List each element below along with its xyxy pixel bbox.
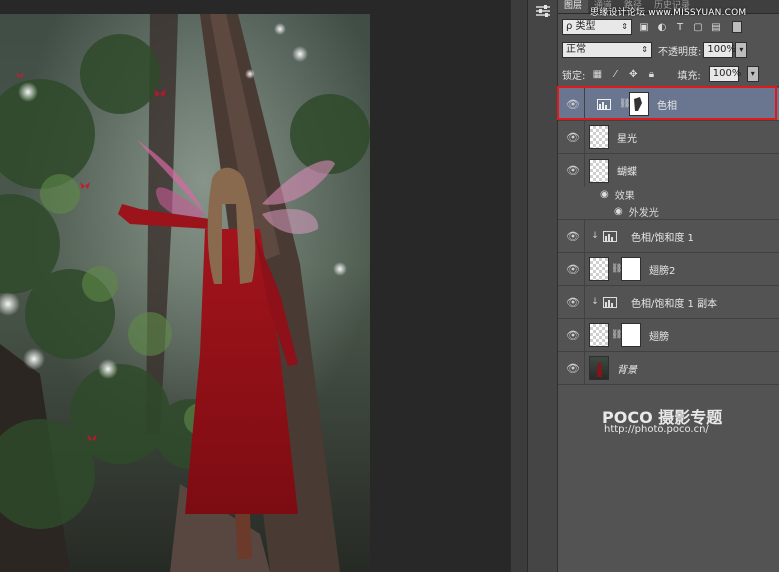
effects-label: 效果 xyxy=(614,191,635,202)
layer-name[interactable]: 翅膀 xyxy=(649,328,669,343)
layer-effects-row[interactable]: ◉ 效果 xyxy=(558,187,779,202)
properties-sliders-icon[interactable] xyxy=(533,2,553,20)
layer-mask-thumbnail[interactable] xyxy=(621,323,641,347)
filter-type-icon[interactable]: T xyxy=(674,21,686,33)
lock-transparent-icon[interactable]: ▦ xyxy=(591,69,603,80)
opacity-label: 不透明度: xyxy=(658,46,702,58)
effect-name: 外发光 xyxy=(628,207,659,219)
layer-row-wing-2[interactable]: 👁︎ ⛓︎ 翅膀2 xyxy=(558,252,779,286)
background-thumbnail xyxy=(589,356,609,380)
layer-filter-select[interactable]: ρ 类型 ⇕ xyxy=(562,19,632,35)
layer-name[interactable]: 翅膀2 xyxy=(649,262,675,277)
blend-mode-select[interactable]: 正常 ⇕ xyxy=(562,42,652,58)
layer-thumbnail xyxy=(589,323,609,347)
layer-name[interactable]: 色相/饱和度 1 副本 xyxy=(631,295,717,310)
selection-highlight-frame xyxy=(557,86,777,120)
effect-eye-icon[interactable]: ◉ xyxy=(614,206,623,217)
visibility-eye-icon[interactable]: 👁︎ xyxy=(564,230,582,243)
filter-shape-icon[interactable]: ▢ xyxy=(692,21,704,33)
visibility-eye-icon[interactable]: 👁︎ xyxy=(564,131,582,144)
adjustment-layer-icon xyxy=(603,296,617,308)
document-canvas[interactable] xyxy=(0,0,510,572)
layer-row-background[interactable]: 👁︎ 背景 xyxy=(558,351,779,385)
layer-mask-thumbnail[interactable] xyxy=(621,257,641,281)
layer-thumbnail xyxy=(589,158,609,183)
collapsed-panel-strip xyxy=(528,0,558,572)
row-divider xyxy=(584,219,585,253)
row-divider xyxy=(584,154,585,187)
layer-name[interactable]: 色相/饱和度 1 xyxy=(631,229,694,244)
layer-name[interactable]: 星光 xyxy=(617,130,637,145)
layer-name[interactable]: 背景 xyxy=(617,361,637,376)
visibility-eye-icon[interactable]: 👁︎ xyxy=(564,362,582,375)
blend-opacity-row: 正常 ⇕ 不透明度: 100% ▾ xyxy=(562,41,748,59)
clipping-mask-icon: ↓ xyxy=(591,297,599,307)
visibility-eye-icon[interactable]: 👁︎ xyxy=(564,296,582,309)
mask-link-icon[interactable]: ⛓︎ xyxy=(611,330,622,340)
adjustment-layer-icon xyxy=(603,230,617,242)
panel-gutter xyxy=(510,0,528,572)
filter-adjustment-icon[interactable]: ◐ xyxy=(656,21,668,33)
chevron-updown-icon: ⇕ xyxy=(641,45,648,54)
fairy-forest-photo[interactable] xyxy=(0,14,370,572)
filter-toggle-switch[interactable] xyxy=(732,21,742,33)
effects-eye-icon[interactable]: ◉ xyxy=(600,189,609,200)
chevron-updown-icon: ⇕ xyxy=(621,22,628,31)
visibility-eye-icon[interactable]: 👁︎ xyxy=(564,329,582,342)
filter-pixel-icon[interactable]: ▣ xyxy=(638,21,650,33)
lock-brush-icon[interactable]: ⁄ xyxy=(609,69,621,80)
layer-name[interactable]: 蝴蝶 xyxy=(617,163,637,178)
visibility-eye-icon[interactable]: 👁︎ xyxy=(564,263,582,276)
row-divider xyxy=(584,120,585,154)
blend-mode-value: 正常 xyxy=(566,44,586,55)
lock-fill-row: 锁定: ▦ ⁄ ✥ 🔒︎ 填充: 100% ▾ xyxy=(562,65,759,83)
lock-move-icon[interactable]: ✥ xyxy=(627,69,639,80)
layer-row-hue-saturation-1-copy[interactable]: 👁︎ ↓ 色相/饱和度 1 副本 xyxy=(558,285,779,319)
top-watermark: 思缘设计论坛 www.MISSYUAN.COM xyxy=(590,8,747,18)
layer-thumbnail xyxy=(589,257,609,281)
lock-all-icon[interactable]: 🔒︎ xyxy=(645,69,657,80)
lock-label: 锁定: xyxy=(562,70,586,82)
visibility-eye-icon[interactable]: 👁︎ xyxy=(564,164,582,177)
poco-url-watermark: http://photo.poco.cn/ xyxy=(604,424,709,435)
mask-link-icon[interactable]: ⛓︎ xyxy=(611,264,622,274)
row-divider xyxy=(584,351,585,385)
tab-layers[interactable]: 图层 xyxy=(558,0,589,13)
row-divider xyxy=(584,285,585,319)
opacity-dropdown-icon[interactable]: ▾ xyxy=(735,42,748,58)
fill-dropdown-icon[interactable]: ▾ xyxy=(746,66,759,82)
fill-input[interactable]: 100% xyxy=(708,66,741,82)
layer-thumbnail xyxy=(589,125,609,149)
layer-row-starlight[interactable]: 👁︎ 星光 xyxy=(558,120,779,154)
filter-label: ρ 类型 xyxy=(566,21,596,32)
row-divider xyxy=(584,318,585,352)
row-divider xyxy=(584,252,585,286)
fill-label: 填充: xyxy=(677,70,701,82)
layer-row-butterfly[interactable]: 👁︎ 蝴蝶 xyxy=(558,154,779,187)
clipping-mask-icon: ↓ xyxy=(591,231,599,241)
layer-filter-row: ρ 类型 ⇕ ▣ ◐ T ▢ ▤ xyxy=(562,18,742,36)
filter-smartobject-icon[interactable]: ▤ xyxy=(710,21,722,33)
photo-image xyxy=(0,14,370,572)
layer-row-hue-saturation-1[interactable]: 👁︎ ↓ 色相/饱和度 1 xyxy=(558,219,779,253)
opacity-input[interactable]: 100% xyxy=(703,42,736,58)
outer-glow-effect-row[interactable]: ◉ 外发光 xyxy=(558,203,779,220)
layer-row-wing[interactable]: 👁︎ ⛓︎ 翅膀 xyxy=(558,318,779,352)
